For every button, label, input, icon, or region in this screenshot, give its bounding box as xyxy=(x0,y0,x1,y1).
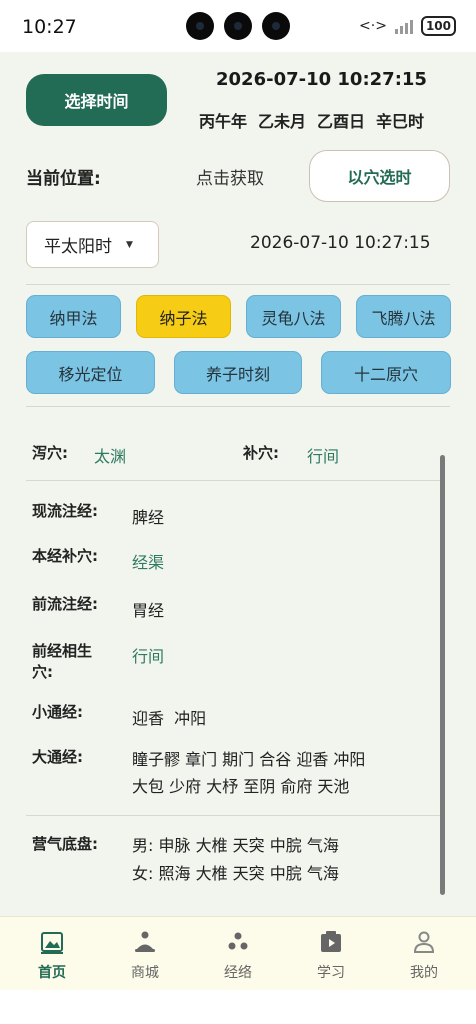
bu-value[interactable]: 行间 xyxy=(307,443,339,467)
tab-study[interactable]: 学习 xyxy=(286,917,376,991)
ying-male: 男: 申脉 大椎 天突 中脘 气海 xyxy=(132,836,339,855)
camera-cutout xyxy=(224,12,252,40)
xie-value[interactable]: 太渊 xyxy=(94,443,126,467)
bottom-tab-bar: 首页 商城 经络 学习 我的 xyxy=(0,916,476,991)
tab-profile[interactable]: 我的 xyxy=(379,917,469,991)
time-mode-value: 平太阳时 xyxy=(44,237,112,257)
bu-label: 补穴: xyxy=(243,444,279,462)
meditation-icon xyxy=(135,931,155,952)
method-nazi[interactable]: 纳子法 xyxy=(136,295,231,338)
small-pass-label: 小通经: xyxy=(32,703,83,721)
select-by-point-button[interactable]: 以穴选时 xyxy=(309,150,450,202)
prev-meridian-value: 胃经 xyxy=(132,601,165,620)
divider xyxy=(26,480,444,481)
method-shieryuan[interactable]: 十二原穴 xyxy=(321,351,451,394)
ganzhi-row: 丙午年 乙未月 乙酉日 辛巳时 xyxy=(199,108,424,132)
system-home-bar xyxy=(0,990,476,1024)
tab-meridian[interactable]: 经络 xyxy=(193,917,283,991)
tab-label: 我的 xyxy=(410,965,438,981)
user-icon xyxy=(413,931,435,953)
same-meridian-value[interactable]: 经渠 xyxy=(132,549,164,573)
ganzhi-hour: 辛巳时 xyxy=(376,112,425,131)
prev-generate-label: 前经相生 xyxy=(32,642,93,660)
current-meridian-value: 脾经 xyxy=(132,508,165,527)
data-transfer-icon: <·> xyxy=(359,18,387,34)
ganzhi-day: 乙酉日 xyxy=(317,112,366,131)
ganzhi-year: 丙午年 xyxy=(199,112,248,131)
video-play-icon xyxy=(321,931,341,952)
method-yangzi[interactable]: 养子时刻 xyxy=(174,351,302,394)
scrollbar[interactable] xyxy=(440,455,445,895)
signal-icon xyxy=(394,18,413,34)
divider xyxy=(26,815,444,816)
xie-label: 泻穴: xyxy=(32,444,68,462)
time-mode-select[interactable]: 平太阳时 ▼ xyxy=(26,221,159,268)
status-bar: 10:27 <·> 100 xyxy=(0,0,476,52)
select-time-button[interactable]: 选择时间 xyxy=(26,74,167,126)
dots-icon xyxy=(228,932,248,950)
small-pass-value: 迎香 冲阳 xyxy=(132,709,207,728)
camera-cutout xyxy=(262,12,290,40)
divider xyxy=(26,284,450,285)
tab-label: 学习 xyxy=(317,965,345,981)
tab-label: 商城 xyxy=(131,965,159,981)
get-location-link[interactable]: 点击获取 xyxy=(196,164,264,189)
status-icons: <·> 100 xyxy=(359,16,456,36)
home-image-icon xyxy=(41,932,63,954)
location-label: 当前位置: xyxy=(26,169,101,189)
big-pass-line1: 瞳子髎 章门 期门 合谷 迎香 冲阳 xyxy=(132,750,366,769)
method-najia[interactable]: 纳甲法 xyxy=(26,295,121,338)
tab-shop[interactable]: 商城 xyxy=(100,917,190,991)
tab-label: 经络 xyxy=(224,965,252,981)
tab-home[interactable]: 首页 xyxy=(7,917,97,991)
method-feiteng[interactable]: 飞腾八法 xyxy=(356,295,451,338)
status-time: 10:27 xyxy=(22,16,77,38)
big-pass-line2: 大包 少府 大杼 至阴 俞府 天池 xyxy=(132,777,350,796)
ying-female: 女: 照海 大椎 天突 中脘 气海 xyxy=(132,864,339,883)
method-yiguang[interactable]: 移光定位 xyxy=(26,351,155,394)
prev-generate-label-cont: 穴: xyxy=(32,663,53,681)
dropdown-arrow-icon: ▼ xyxy=(126,239,133,250)
battery-icon: 100 xyxy=(420,16,456,36)
big-pass-label: 大通经: xyxy=(32,748,83,766)
same-meridian-label: 本经补穴: xyxy=(32,547,98,565)
current-meridian-label: 现流注经: xyxy=(32,502,98,520)
camera-cutout xyxy=(186,12,214,40)
prev-meridian-label: 前流注经: xyxy=(32,595,98,613)
divider xyxy=(26,406,450,407)
tab-label: 首页 xyxy=(38,965,66,981)
current-datetime: 2026-07-10 10:27:15 xyxy=(216,69,427,90)
ganzhi-month: 乙未月 xyxy=(258,112,307,131)
solar-datetime: 2026-07-10 10:27:15 xyxy=(250,233,431,253)
ying-label: 营气底盘: xyxy=(32,835,98,853)
method-linggui[interactable]: 灵龟八法 xyxy=(246,295,341,338)
prev-generate-value[interactable]: 行间 xyxy=(132,643,164,667)
